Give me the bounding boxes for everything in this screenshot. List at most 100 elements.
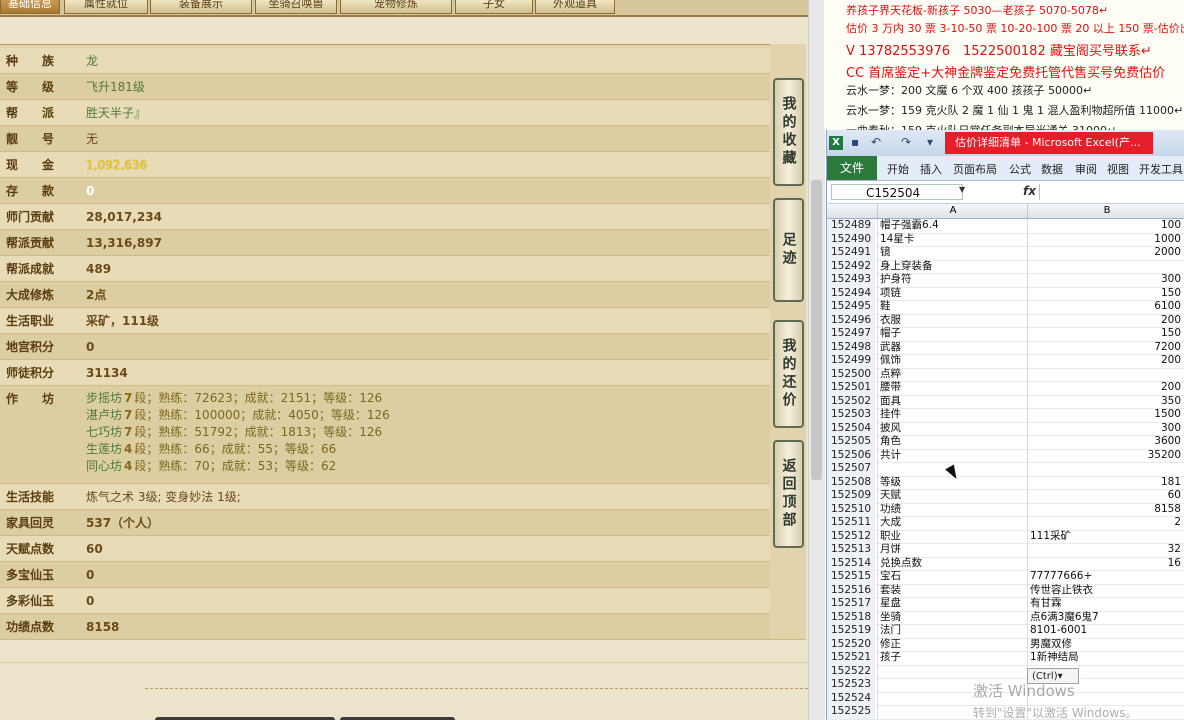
row-number[interactable]: 152505 [827, 435, 875, 449]
cell-b[interactable]: 200 [1027, 313, 1184, 327]
cell-b[interactable]: 300 [1027, 273, 1184, 287]
cell-b[interactable]: 7200 [1027, 340, 1184, 354]
cell-b[interactable]: 6100 [1027, 300, 1184, 314]
ribbon-file-tab[interactable]: 文件 [827, 156, 877, 180]
cell-a[interactable]: 衣服 [877, 313, 1030, 327]
footprint-button[interactable]: 足迹 [773, 198, 804, 302]
cell-b[interactable]: 100 [1027, 219, 1184, 233]
cell-a[interactable]: 宝石 [877, 570, 1030, 584]
sheet-row[interactable]: 152492 身上穿装备 [827, 259, 1184, 274]
cell-a[interactable]: 孩子 [877, 651, 1030, 665]
cell-b[interactable]: 1新神结局 [1027, 651, 1184, 665]
cell-a[interactable]: 镜 [877, 246, 1030, 260]
cell-b[interactable]: 1000 [1027, 232, 1184, 246]
sheet-row[interactable]: 152506 共计 35200 [827, 448, 1184, 463]
ribbon-tab-page-layout[interactable]: 页面布局 [953, 161, 997, 177]
sheet-row[interactable]: 152489 帽子强霸6.4 100 [827, 219, 1184, 234]
sheet-row[interactable]: 152490 14星卡 1000 [827, 232, 1184, 247]
tab-4[interactable]: 宠物修炼 [340, 0, 452, 14]
page-scrollbar[interactable] [808, 0, 825, 720]
sheet-row[interactable]: 152508 等级 181 [827, 475, 1184, 490]
cell-a[interactable]: 共计 [877, 448, 1030, 462]
ribbon-tab-insert[interactable]: 插入 [920, 161, 942, 177]
formula-input[interactable] [1039, 184, 1184, 200]
cell-b[interactable]: 35200 [1027, 448, 1184, 462]
sheet-row[interactable]: 152495 鞋 6100 [827, 300, 1184, 315]
cell-b[interactable]: 有甘霖 [1027, 597, 1184, 611]
row-number[interactable]: 152511 [827, 516, 875, 530]
row-number[interactable]: 152496 [827, 313, 875, 327]
customize-toolbar-icon[interactable]: ▾ [927, 135, 933, 149]
cell-a[interactable]: 套装 [877, 583, 1030, 597]
row-number[interactable]: 152517 [827, 597, 875, 611]
cell-a[interactable]: 点粹 [877, 367, 1030, 381]
sheet-row[interactable]: 152504 披风 300 [827, 421, 1184, 436]
sheet-row[interactable]: 152510 功绩 8158 [827, 502, 1184, 517]
cell-b[interactable]: 32 [1027, 543, 1184, 557]
cell-a[interactable]: 修正 [877, 637, 1030, 651]
cell-b[interactable]: 350 [1027, 394, 1184, 408]
row-number[interactable]: 152516 [827, 583, 875, 597]
cell-a[interactable]: 帽子强霸6.4 [877, 219, 1030, 233]
sheet-row[interactable]: 152521 孩子 1新神结局 [827, 651, 1184, 666]
sheet-row[interactable]: 152512 职业 111采矿 [827, 529, 1184, 544]
row-number[interactable]: 152500 [827, 367, 875, 381]
sheet-row[interactable]: 152494 项链 150 [827, 286, 1184, 301]
tab-3[interactable]: 坐骑召唤兽 [255, 0, 337, 14]
cell-a[interactable]: 腰带 [877, 381, 1030, 395]
sheet-row[interactable]: 152507 [827, 462, 1184, 477]
cell-b[interactable]: 200 [1027, 354, 1184, 368]
row-number[interactable]: 152499 [827, 354, 875, 368]
cell-b[interactable]: 300 [1027, 421, 1184, 435]
row-number[interactable]: 152508 [827, 475, 875, 489]
ribbon-tab-home[interactable]: 开始 [887, 161, 909, 177]
row-number[interactable]: 152525 [827, 705, 875, 719]
tab-5[interactable]: 子女 [455, 0, 533, 14]
sheet-row[interactable]: 152511 大成 2 [827, 516, 1184, 531]
tab-2[interactable]: 装备展示 [150, 0, 252, 14]
cell-b[interactable]: 3600 [1027, 435, 1184, 449]
cell-a[interactable]: 武器 [877, 340, 1030, 354]
cell-a[interactable]: 面具 [877, 394, 1030, 408]
ribbon-tab-view[interactable]: 视图 [1107, 161, 1129, 177]
sheet-row[interactable]: 152502 面具 350 [827, 394, 1184, 409]
row-number[interactable]: 152492 [827, 259, 875, 273]
cell-b[interactable]: 60 [1027, 489, 1184, 503]
name-box[interactable]: C152504 [831, 184, 963, 200]
sheet-row[interactable]: 152491 镜 2000 [827, 246, 1184, 261]
row-number[interactable]: 152510 [827, 502, 875, 516]
row-number[interactable]: 152515 [827, 570, 875, 584]
cell-b[interactable]: 2 [1027, 516, 1184, 530]
row-number[interactable]: 152518 [827, 610, 875, 624]
cell-a[interactable]: 星盘 [877, 597, 1030, 611]
row-number[interactable]: 152494 [827, 286, 875, 300]
cell-a[interactable]: 鞋 [877, 300, 1030, 314]
sheet-row[interactable]: 152493 护身符 300 [827, 273, 1184, 288]
row-number[interactable]: 152524 [827, 691, 875, 705]
row-number[interactable]: 152523 [827, 678, 875, 692]
sheet-row[interactable]: 152520 修正 男魔双修 [827, 637, 1184, 652]
cell-b[interactable]: 77777666+ [1027, 570, 1184, 584]
back-to-top-button[interactable]: 返回顶部 [773, 440, 804, 548]
cell-a[interactable]: 坐骑 [877, 610, 1030, 624]
cell-a[interactable]: 天赋 [877, 489, 1030, 503]
row-number[interactable]: 152512 [827, 529, 875, 543]
cell-a[interactable]: 14星卡 [877, 232, 1030, 246]
cell-a[interactable]: 月饼 [877, 543, 1030, 557]
undo-icon[interactable]: ↶ [871, 135, 881, 149]
row-number[interactable]: 152491 [827, 246, 875, 260]
cell-b[interactable]: 111采矿 [1027, 529, 1184, 543]
sheet-row[interactable]: 152517 星盘 有甘霖 [827, 597, 1184, 612]
save-icon[interactable]: ▪ [851, 135, 859, 149]
cell-b[interactable]: 200 [1027, 381, 1184, 395]
row-number[interactable]: 152495 [827, 300, 875, 314]
sheet-row[interactable]: 152522 [827, 664, 1184, 679]
cell-a[interactable]: 帽子 [877, 327, 1030, 341]
sheet-row[interactable]: 152513 月饼 32 [827, 543, 1184, 558]
cell-a[interactable]: 兑换点数 [877, 556, 1030, 570]
cell-b[interactable] [1027, 462, 1184, 476]
cell-a[interactable]: 佩饰 [877, 354, 1030, 368]
row-number[interactable]: 152489 [827, 219, 875, 233]
scrollbar-thumb[interactable] [811, 180, 822, 480]
my-favorites-button[interactable]: 我的收藏 [773, 78, 804, 186]
